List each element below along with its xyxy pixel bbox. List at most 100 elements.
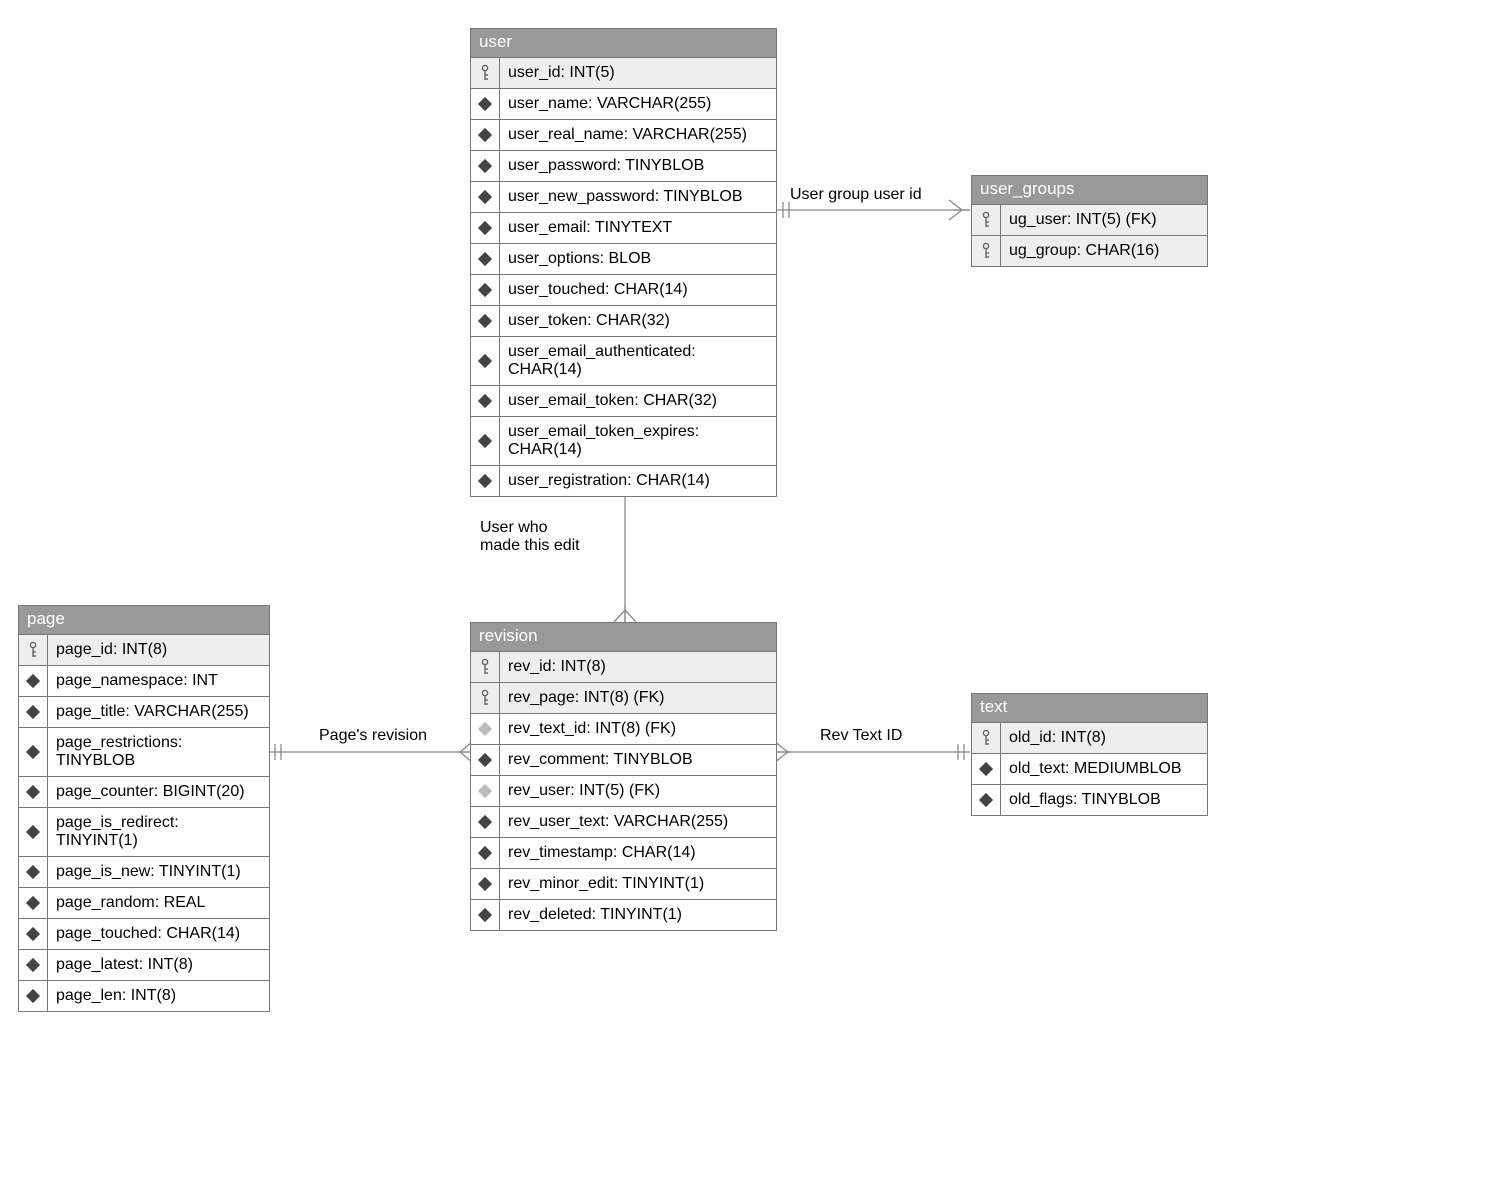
column-row: page_len: INT(8): [19, 980, 269, 1011]
diamond-icon: [471, 386, 500, 416]
column-label: user_email_authenticated: CHAR(14): [500, 337, 776, 385]
column-label: user_id: INT(5): [500, 58, 776, 88]
column-label: rev_comment: TINYBLOB: [500, 745, 776, 775]
column-row: page_is_redirect: TINYINT(1): [19, 807, 269, 856]
column-label: rev_timestamp: CHAR(14): [500, 838, 776, 868]
diamond-icon: [19, 777, 48, 807]
column-row: rev_text_id: INT(8) (FK): [471, 713, 776, 744]
column-label: ug_group: CHAR(16): [1001, 236, 1207, 266]
diamond-icon: [471, 838, 500, 868]
column-label: user_email: TINYTEXT: [500, 213, 776, 243]
column-label: page_counter: BIGINT(20): [48, 777, 269, 807]
key-icon: [471, 683, 500, 713]
column-label: user_new_password: TINYBLOB: [500, 182, 776, 212]
column-row: ug_user: INT(5) (FK): [972, 205, 1207, 235]
column-row: user_real_name: VARCHAR(255): [471, 119, 776, 150]
diamond-icon: [471, 745, 500, 775]
diamond-icon: [19, 666, 48, 696]
column-row: user_email: TINYTEXT: [471, 212, 776, 243]
rel-label-revision-text: Rev Text ID: [820, 727, 902, 745]
column-label: rev_page: INT(8) (FK): [500, 683, 776, 713]
column-label: page_is_new: TINYINT(1): [48, 857, 269, 887]
column-label: rev_deleted: TINYINT(1): [500, 900, 776, 930]
column-label: page_restrictions: TINYBLOB: [48, 728, 269, 776]
column-row: page_namespace: INT: [19, 665, 269, 696]
diamond-icon: [471, 776, 500, 806]
column-row: rev_page: INT(8) (FK): [471, 682, 776, 713]
column-label: page_random: REAL: [48, 888, 269, 918]
column-row: user_options: BLOB: [471, 243, 776, 274]
column-row: rev_id: INT(8): [471, 652, 776, 682]
column-row: user_name: VARCHAR(255): [471, 88, 776, 119]
column-row: user_email_token: CHAR(32): [471, 385, 776, 416]
diamond-icon: [19, 808, 48, 856]
column-row: user_registration: CHAR(14): [471, 465, 776, 496]
column-row: page_restrictions: TINYBLOB: [19, 727, 269, 776]
column-label: user_email_token_expires: CHAR(14): [500, 417, 776, 465]
column-row: rev_user_text: VARCHAR(255): [471, 806, 776, 837]
column-row: rev_minor_edit: TINYINT(1): [471, 868, 776, 899]
column-label: old_flags: TINYBLOB: [1001, 785, 1207, 815]
diamond-icon: [19, 981, 48, 1011]
column-label: page_title: VARCHAR(255): [48, 697, 269, 727]
table-user: useruser_id: INT(5)user_name: VARCHAR(25…: [470, 28, 777, 497]
column-label: page_is_redirect: TINYINT(1): [48, 808, 269, 856]
diamond-icon: [471, 900, 500, 930]
column-label: rev_id: INT(8): [500, 652, 776, 682]
diamond-icon: [19, 857, 48, 887]
diamond-icon: [19, 950, 48, 980]
key-icon: [972, 723, 1001, 753]
column-label: ug_user: INT(5) (FK): [1001, 205, 1207, 235]
table-header: user: [471, 29, 776, 58]
diamond-icon: [471, 275, 500, 305]
diamond-icon: [471, 807, 500, 837]
diamond-icon: [19, 919, 48, 949]
table-header: user_groups: [972, 176, 1207, 205]
column-row: page_random: REAL: [19, 887, 269, 918]
column-row: user_email_token_expires: CHAR(14): [471, 416, 776, 465]
column-row: ug_group: CHAR(16): [972, 235, 1207, 266]
column-label: old_id: INT(8): [1001, 723, 1207, 753]
column-row: user_token: CHAR(32): [471, 305, 776, 336]
diamond-icon: [471, 306, 500, 336]
column-row: rev_user: INT(5) (FK): [471, 775, 776, 806]
diamond-icon: [471, 213, 500, 243]
column-label: page_id: INT(8): [48, 635, 269, 665]
column-row: page_id: INT(8): [19, 635, 269, 665]
diamond-icon: [471, 244, 500, 274]
column-label: user_password: TINYBLOB: [500, 151, 776, 181]
rel-label-page-revision: Page's revision: [319, 727, 427, 745]
table-header: text: [972, 694, 1207, 723]
table-user-groups: user_groupsug_user: INT(5) (FK)ug_group:…: [971, 175, 1208, 267]
key-icon: [19, 635, 48, 665]
table-revision: revisionrev_id: INT(8)rev_page: INT(8) (…: [470, 622, 777, 931]
table-header: revision: [471, 623, 776, 652]
diamond-icon: [471, 151, 500, 181]
key-icon: [972, 205, 1001, 235]
diamond-icon: [471, 869, 500, 899]
column-label: user_real_name: VARCHAR(255): [500, 120, 776, 150]
key-icon: [471, 58, 500, 88]
column-label: page_latest: INT(8): [48, 950, 269, 980]
column-label: rev_user_text: VARCHAR(255): [500, 807, 776, 837]
column-label: rev_user: INT(5) (FK): [500, 776, 776, 806]
column-label: old_text: MEDIUMBLOB: [1001, 754, 1207, 784]
column-label: rev_text_id: INT(8) (FK): [500, 714, 776, 744]
column-row: user_touched: CHAR(14): [471, 274, 776, 305]
column-label: user_touched: CHAR(14): [500, 275, 776, 305]
diamond-icon: [471, 337, 500, 385]
column-row: user_new_password: TINYBLOB: [471, 181, 776, 212]
table-text: textold_id: INT(8)old_text: MEDIUMBLOBol…: [971, 693, 1208, 816]
column-row: rev_comment: TINYBLOB: [471, 744, 776, 775]
column-label: user_token: CHAR(32): [500, 306, 776, 336]
diamond-icon: [972, 754, 1001, 784]
column-label: user_options: BLOB: [500, 244, 776, 274]
table-page: pagepage_id: INT(8)page_namespace: INTpa…: [18, 605, 270, 1012]
column-row: page_title: VARCHAR(255): [19, 696, 269, 727]
column-label: page_namespace: INT: [48, 666, 269, 696]
column-label: user_email_token: CHAR(32): [500, 386, 776, 416]
column-row: user_password: TINYBLOB: [471, 150, 776, 181]
diamond-icon: [19, 888, 48, 918]
key-icon: [471, 652, 500, 682]
rel-label-user-groups: User group user id: [790, 186, 922, 204]
